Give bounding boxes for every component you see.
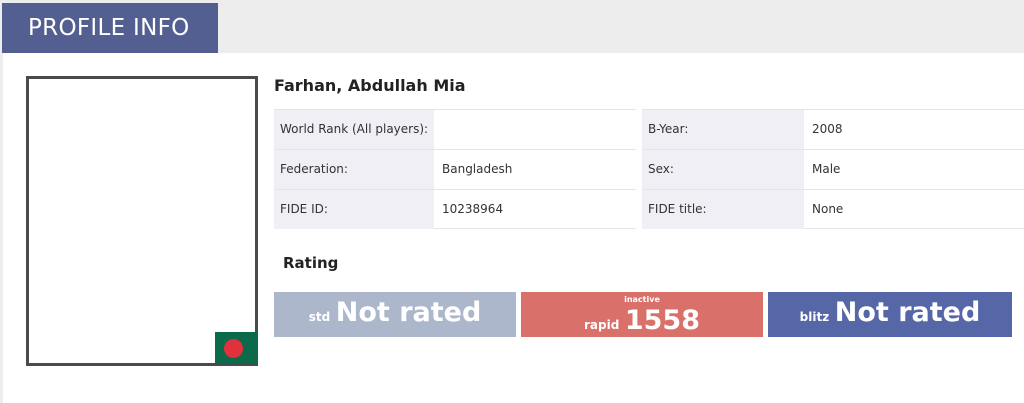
info-row-fide-title: FIDE title: None [642,189,1024,229]
rating-std-label: std [308,310,331,324]
rating-rapid-status: inactive [624,295,660,304]
sex-label: Sex: [642,150,804,189]
federation-value: Bangladesh [442,162,513,176]
rating-rapid-label: rapid [583,318,620,332]
tab-bar: PROFILE INFO [0,0,1024,53]
fide-title-label: FIDE title: [642,190,804,229]
fide-title-value: None [812,202,844,216]
info-row-sex: Sex: Male [642,149,1024,189]
world-rank-label: World Rank (All players): [274,110,434,149]
player-name: Farhan, Abdullah Mia [274,76,466,95]
tab-profile-info[interactable]: PROFILE INFO [2,3,218,53]
sex-value: Male [812,162,841,176]
info-row-byear: B-Year: 2008 [642,109,1024,149]
rating-rapid-box: inactive rapid 1558 [521,292,763,337]
rating-blitz-value: Not rated [834,297,981,328]
info-row-federation: Federation: Bangladesh [274,149,636,189]
rating-heading: Rating [283,254,339,272]
byear-label: B-Year: [642,110,804,149]
rating-blitz-label: blitz [799,310,830,324]
rating-rapid-value: 1558 [624,305,701,336]
info-row-world-rank: World Rank (All players): [274,109,636,149]
federation-label: Federation: [274,150,434,189]
world-rank-value [436,110,636,149]
rating-blitz-box: blitz Not rated [768,292,1012,337]
byear-value: 2008 [812,122,843,136]
rating-std-value: Not rated [335,297,482,328]
rating-std-box: std Not rated [274,292,516,337]
fide-id-value: 10238964 [442,202,504,216]
bangladesh-flag-icon [215,332,257,364]
info-row-fide-id: FIDE ID: 10238964 [274,189,636,229]
player-photo [26,76,258,366]
fide-id-label: FIDE ID: [274,190,434,229]
